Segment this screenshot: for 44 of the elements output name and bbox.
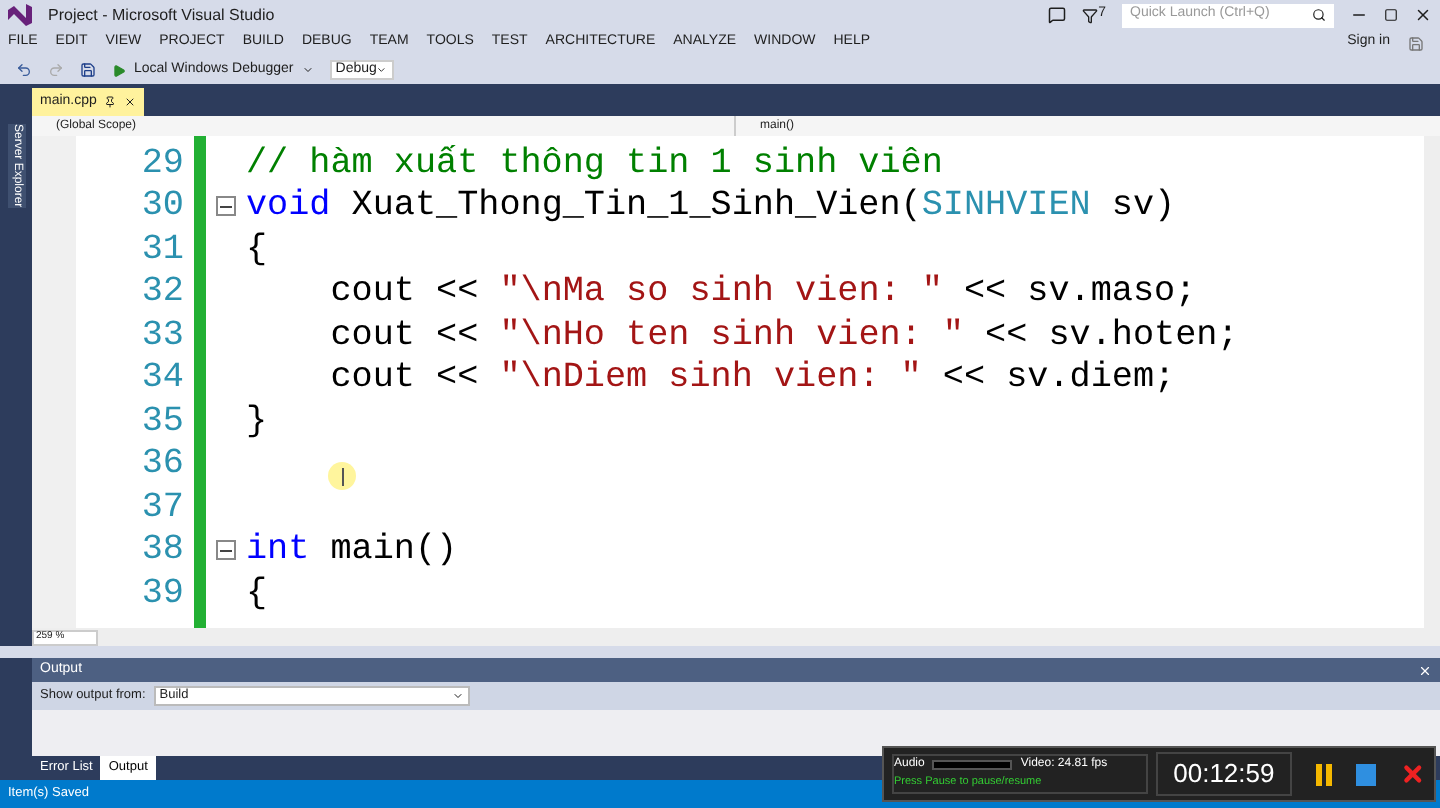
line-number: 35	[139, 399, 184, 446]
notifications-icon[interactable]	[1082, 7, 1099, 23]
code-line: int main()	[246, 528, 458, 575]
text-cursor-highlight-icon	[328, 462, 356, 490]
line-number: 33	[139, 313, 184, 360]
caret-icon	[301, 64, 314, 76]
search-icon[interactable]	[1312, 8, 1326, 22]
code-editor[interactable]	[32, 136, 1440, 628]
line-number: 31	[139, 227, 184, 274]
line-number: 36	[139, 442, 184, 489]
line-number: 30	[139, 184, 184, 231]
caret-icon	[376, 64, 388, 76]
feedback-icon[interactable]	[1048, 6, 1067, 24]
code-line: }	[246, 399, 268, 446]
line-number: 37	[139, 485, 184, 532]
code-line: cout << "\nDiem sinh vien: " << sv.diem;	[328, 356, 1176, 403]
code-line: {	[246, 571, 268, 618]
close-icon[interactable]	[1414, 6, 1432, 24]
collapse-icon[interactable]	[216, 540, 236, 561]
code-line: {	[246, 227, 268, 274]
pause-icon[interactable]	[1316, 763, 1333, 785]
line-number: 29	[139, 141, 184, 188]
undo-icon[interactable]	[16, 62, 32, 78]
pin-icon[interactable]	[104, 96, 117, 108]
collapse-icon[interactable]	[216, 196, 236, 217]
stop-icon[interactable]	[1356, 763, 1377, 785]
code-line: // hàm xuất thông tin 1 sinh viên	[246, 141, 943, 188]
restore-icon[interactable]	[1384, 8, 1398, 22]
audio-meter	[932, 760, 1013, 771]
save-icon[interactable]	[80, 62, 96, 78]
app-logo-icon	[8, 4, 32, 26]
line-number: 34	[139, 356, 184, 403]
output-text-area[interactable]	[32, 710, 1440, 756]
line-number: 39	[139, 571, 184, 618]
code-line: void Xuat_Thong_Tin_1_Sinh_Vien(SINHVIEN sv)	[246, 184, 1176, 231]
line-number: 38	[139, 528, 184, 575]
code-line: cout << "\nMa so sinh vien: " << sv.maso;	[328, 270, 1197, 317]
play-icon	[112, 63, 126, 77]
code-line: cout << "\nHo ten sinh vien: " << sv.hoten;	[328, 313, 1239, 360]
window-title: Project - Microsoft Visual Studio	[48, 3, 275, 27]
caret-icon	[451, 690, 464, 702]
recording-timer: 00:12:59	[1155, 752, 1293, 796]
line-number: 32	[139, 270, 184, 317]
close-icon[interactable]	[124, 96, 137, 108]
